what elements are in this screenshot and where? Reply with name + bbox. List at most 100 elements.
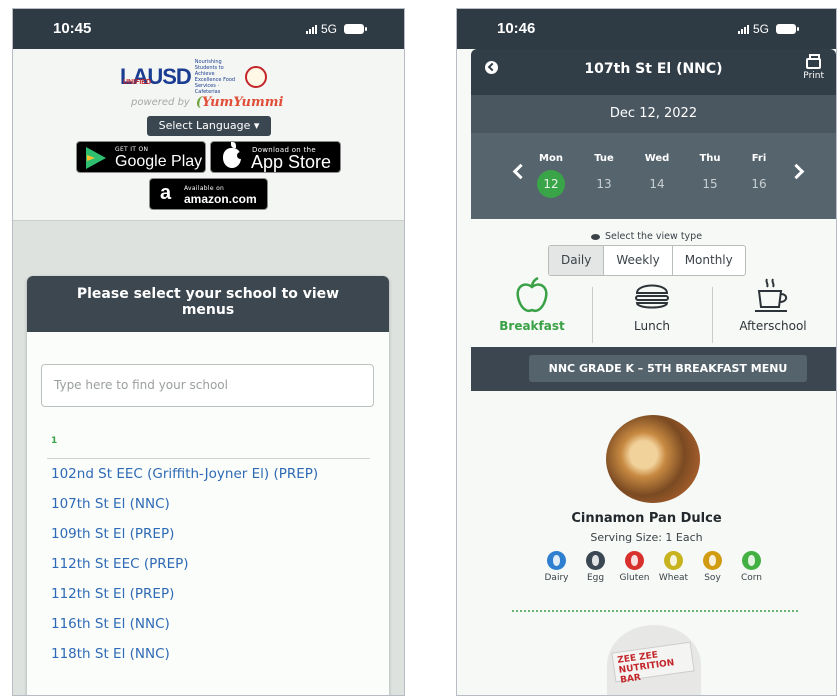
yumyummi-logo: (YumYummi xyxy=(195,95,284,110)
day-number: 16 xyxy=(751,177,767,191)
school-link[interactable]: 102nd St EEC (Griffith-Joyner El) (PREP) xyxy=(51,464,361,485)
food-item-name[interactable]: Cinnamon Pan Dulce xyxy=(457,511,836,526)
meal-label: Lunch xyxy=(634,319,670,333)
school-link[interactable]: 107th St El (NNC) xyxy=(51,494,361,515)
google-play-badge[interactable]: GET IT ON Google Play xyxy=(76,141,206,173)
allergen-gluten: Gluten xyxy=(615,551,654,583)
print-button[interactable]: Print xyxy=(803,54,824,81)
day-wed[interactable]: Wed 14 xyxy=(637,153,677,198)
allergen-egg: Egg xyxy=(576,551,615,583)
burger-icon xyxy=(635,284,669,309)
coffee-cup-icon xyxy=(755,278,788,312)
google-play-text: Google Play xyxy=(115,153,203,170)
app-store-text: App Store xyxy=(251,152,332,172)
school-link[interactable]: 112th St EEC (PREP) xyxy=(51,554,361,575)
yumyummi-logo-text: YumYummi xyxy=(202,95,284,110)
day-tue[interactable]: Tue 13 xyxy=(584,153,624,198)
meal-tab-breakfast[interactable]: Breakfast xyxy=(472,277,592,333)
school-link[interactable]: 116th St El (NNC) xyxy=(51,614,361,635)
chevron-right-icon[interactable] xyxy=(788,163,805,180)
powered-by-label: powered by xyxy=(131,97,190,108)
day-name: Fri xyxy=(751,153,767,164)
apple-icon xyxy=(516,277,548,312)
status-indicators: 5G xyxy=(305,22,367,36)
chevron-left-icon[interactable] xyxy=(512,163,529,180)
allergen-label: Corn xyxy=(740,573,763,583)
view-monthly-button[interactable]: Monthly xyxy=(673,246,745,275)
apple-icon xyxy=(223,142,244,168)
view-daily-button[interactable]: Daily xyxy=(549,246,605,275)
selected-date: Dec 12, 2022 xyxy=(471,95,836,133)
day-mon[interactable]: Mon 12 xyxy=(531,153,571,198)
status-bar: 10:46 5G xyxy=(457,9,836,49)
day-name: Tue xyxy=(594,153,614,164)
school-link[interactable]: 112th St El (PREP) xyxy=(51,584,361,605)
day-name: Thu xyxy=(699,153,721,164)
corn-icon xyxy=(742,551,761,570)
allergen-soy: Soy xyxy=(693,551,732,583)
powered-by: powered by (YumYummi xyxy=(131,95,283,110)
school-link[interactable]: 109th St El (PREP) xyxy=(51,524,361,545)
food-photo-next: ZEE ZEE NUTRITION BAR xyxy=(607,625,701,695)
allergen-label: Soy xyxy=(704,573,721,583)
signal-icon xyxy=(737,24,749,34)
signal-icon xyxy=(305,24,317,34)
view-type-toggle: Daily Weekly Monthly xyxy=(548,245,746,276)
app-store-badge[interactable]: Download on the App Store xyxy=(210,141,341,173)
allergen-dairy: Dairy xyxy=(537,551,576,583)
allergen-wheat: Wheat xyxy=(654,551,693,583)
menu-header: 107th St El (NNC) Print xyxy=(471,49,836,95)
day-name: Wed xyxy=(644,153,670,164)
day-number: 12 xyxy=(537,170,565,198)
allergen-label: Dairy xyxy=(544,573,569,583)
select-language-button[interactable]: Select Language ▾ xyxy=(147,116,271,136)
nutrition-bar-text: ZEE ZEE NUTRITION BAR xyxy=(616,650,675,686)
school-link[interactable]: 118th St El (NNC) xyxy=(51,644,361,665)
network-type: 5G xyxy=(320,22,337,36)
lausd-unified-text: UNIFIED xyxy=(123,79,151,86)
day-fri[interactable]: Fri 16 xyxy=(739,153,779,198)
school-search-input[interactable]: Type here to find your school xyxy=(41,364,374,407)
divider xyxy=(512,610,798,612)
letter-group-header: 1 xyxy=(51,436,58,446)
day-number: 15 xyxy=(702,177,718,191)
allergen-corn: Corn xyxy=(732,551,771,583)
printer-icon xyxy=(806,54,822,69)
right-phone-screen: 10:46 5G 107th St El (NNC) Print Dec 12,… xyxy=(456,8,837,696)
amazon-text: amazon.com xyxy=(184,192,257,206)
view-type-text: Select the view type xyxy=(604,231,703,242)
dairy-icon xyxy=(547,551,566,570)
meal-label: Afterschool xyxy=(739,319,807,333)
day-number: 13 xyxy=(596,177,612,191)
app-header: LAUSD UNIFIED Nourishing Students to Ach… xyxy=(13,49,404,221)
school-title: 107th St El (NNC) xyxy=(584,61,723,77)
allergen-label: Wheat xyxy=(658,573,689,583)
amazon-icon: a xyxy=(160,182,172,204)
meal-label: Breakfast xyxy=(499,319,565,333)
lausd-tagline: Nourishing Students to Achieve Excellenc… xyxy=(194,59,236,95)
egg-icon xyxy=(586,551,605,570)
google-play-icon xyxy=(86,147,106,169)
allergen-label: Gluten xyxy=(619,573,650,583)
amazon-appstore-badge[interactable]: a Available on amazon.com xyxy=(149,178,268,210)
divider xyxy=(47,458,370,459)
meal-tab-afterschool[interactable]: Afterschool xyxy=(713,277,833,333)
status-time: 10:46 xyxy=(497,20,536,37)
view-weekly-button[interactable]: Weekly xyxy=(604,246,673,275)
battery-icon xyxy=(344,24,367,34)
serving-size: Serving Size: 1 Each xyxy=(590,531,703,544)
amazon-small-text: Available on xyxy=(184,185,225,192)
status-bar: 10:45 5G xyxy=(13,9,404,49)
network-type: 5G xyxy=(752,22,769,36)
status-indicators: 5G xyxy=(737,22,799,36)
gluten-icon xyxy=(625,551,644,570)
allergen-label: Egg xyxy=(586,573,605,583)
wheat-icon xyxy=(664,551,683,570)
school-select-modal: Please select your school to view menus … xyxy=(27,276,389,695)
meal-tab-lunch[interactable]: Lunch xyxy=(592,277,712,333)
menu-name-button[interactable]: NNC GRADE K – 5TH BREAKFAST MENU xyxy=(529,355,807,382)
school-list: 102nd St EEC (Griffith-Joyner El) (PREP)… xyxy=(51,464,361,674)
day-thu[interactable]: Thu 15 xyxy=(690,153,730,198)
view-type-label: Select the view type xyxy=(457,231,836,242)
seal-icon xyxy=(244,66,267,88)
